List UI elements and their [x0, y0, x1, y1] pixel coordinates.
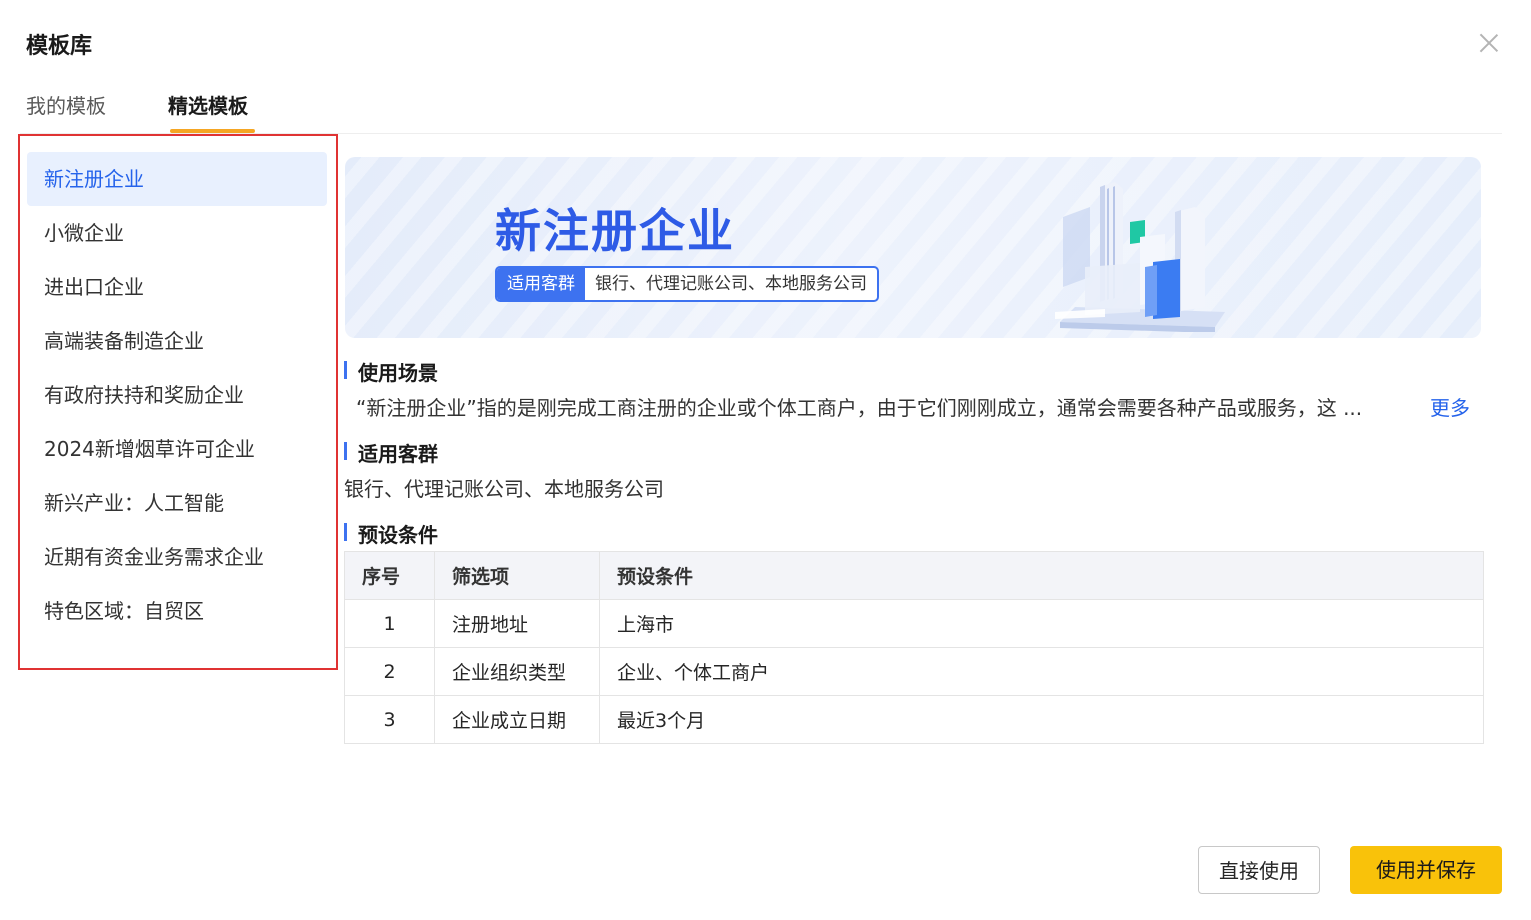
banner-tag-label: 适用客群 [497, 268, 585, 300]
table-cell-index: 1 [344, 599, 435, 648]
template-category-list: 新注册企业 小微企业 进出口企业 高端装备制造企业 有政府扶持和奖励企业 202… [18, 134, 338, 670]
table-row: 2 企业组织类型 企业、个体工商户 [344, 647, 1484, 696]
table-cell-condition: 企业、个体工商户 [599, 647, 1484, 696]
table-header-filter: 筛选项 [434, 551, 600, 600]
section-title-customers: 适用客群 [344, 438, 438, 467]
banner-title: 新注册企业 [495, 204, 735, 258]
close-icon[interactable] [1476, 30, 1502, 56]
use-and-save-button[interactable]: 使用并保存 [1350, 846, 1502, 894]
banner-customer-tag: 适用客群 银行、代理记账公司、本地服务公司 [495, 266, 879, 302]
sidebar-item-small-micro[interactable]: 小微企业 [27, 206, 327, 260]
template-banner: 新注册企业 适用客群 银行、代理记账公司、本地服务公司 [345, 157, 1481, 338]
table-cell-condition: 最近3个月 [599, 695, 1484, 744]
scenario-description: “新注册企业”指的是刚完成工商注册的企业或个体工商户，由于它们刚刚成立，通常会需… [356, 396, 1363, 420]
scenario-more-link[interactable]: 更多 [1430, 392, 1470, 421]
building-illustration-icon [1055, 182, 1225, 332]
sidebar-item-government-support[interactable]: 有政府扶持和奖励企业 [27, 368, 327, 422]
table-cell-filter: 注册地址 [434, 599, 600, 648]
sidebar-item-high-end-manufacturing[interactable]: 高端装备制造企业 [27, 314, 327, 368]
table-header-condition: 预设条件 [599, 551, 1484, 600]
sidebar-item-ai-industry[interactable]: 新兴产业：人工智能 [27, 476, 327, 530]
table-cell-index: 3 [344, 695, 435, 744]
table-cell-filter: 企业成立日期 [434, 695, 600, 744]
table-header-row: 序号 筛选项 预设条件 [344, 551, 1484, 600]
sidebar-item-import-export[interactable]: 进出口企业 [27, 260, 327, 314]
section-title-conditions: 预设条件 [344, 519, 438, 548]
sidebar-item-tobacco-license[interactable]: 2024新增烟草许可企业 [27, 422, 327, 476]
tab-featured-templates[interactable]: 精选模板 [168, 90, 248, 119]
banner-tag-value: 银行、代理记账公司、本地服务公司 [595, 274, 867, 294]
sidebar-item-funding-demand[interactable]: 近期有资金业务需求企业 [27, 530, 327, 584]
dialog-title: 模板库 [26, 34, 93, 59]
sidebar-item-free-trade-zone[interactable]: 特色区域：自贸区 [27, 584, 327, 638]
table-row: 1 注册地址 上海市 [344, 599, 1484, 648]
customers-description: 银行、代理记账公司、本地服务公司 [344, 477, 664, 501]
use-directly-button[interactable]: 直接使用 [1198, 846, 1320, 894]
section-title-scenario: 使用场景 [344, 357, 438, 386]
table-header-index: 序号 [344, 551, 435, 600]
table-cell-index: 2 [344, 647, 435, 696]
tab-my-templates[interactable]: 我的模板 [26, 90, 106, 119]
conditions-table: 序号 筛选项 预设条件 1 注册地址 上海市 2 企业组织类型 企业、个体工商户… [344, 551, 1484, 744]
table-row: 3 企业成立日期 最近3个月 [344, 695, 1484, 744]
table-cell-filter: 企业组织类型 [434, 647, 600, 696]
sidebar-item-new-registered[interactable]: 新注册企业 [27, 152, 327, 206]
table-cell-condition: 上海市 [599, 599, 1484, 648]
